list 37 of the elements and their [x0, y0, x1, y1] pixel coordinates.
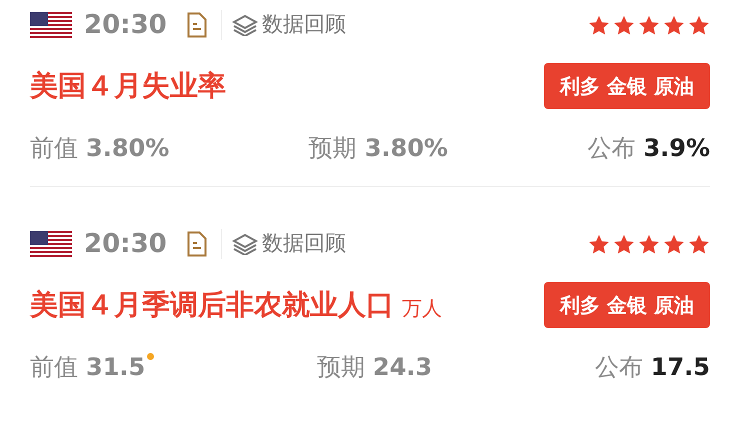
layers-icon	[232, 233, 258, 255]
star-icon	[688, 14, 710, 36]
flag-icon	[30, 231, 72, 257]
unit-label: 万人	[402, 295, 442, 322]
value-label: 预期	[308, 133, 357, 164]
star-icon	[588, 234, 610, 254]
value-label: 预期	[316, 352, 365, 383]
data-review-link[interactable]: 数据回顾	[232, 9, 346, 41]
event-title: 美国４月季调后非农就业人口	[30, 287, 394, 323]
value-number: 3.80%	[364, 133, 448, 164]
value-number: 3.9%	[643, 133, 710, 164]
value-label: 前值	[30, 352, 78, 383]
star-icon	[688, 234, 710, 254]
star-icon	[588, 14, 610, 36]
star-icon	[638, 14, 660, 36]
star-icon	[663, 234, 685, 254]
value-number: 17.5	[650, 352, 710, 383]
value-number: 3.80%	[86, 133, 170, 164]
event-title: 美国４月失业率	[30, 68, 226, 104]
value-number: 24.3	[372, 352, 432, 383]
value-label: 公布	[594, 352, 643, 383]
impact-tag: 利多 金银 原油	[544, 63, 710, 109]
value-label: 前值	[30, 133, 78, 164]
value-number: 31.5	[86, 352, 146, 383]
document-icon	[186, 231, 207, 257]
event-time: 20:30	[84, 8, 167, 42]
data-review-link[interactable]: 数据回顾	[232, 228, 346, 260]
value-label: 公布	[587, 133, 636, 164]
star-icon	[638, 234, 660, 254]
flag-icon	[30, 12, 72, 38]
impact-tag: 利多 金银 原油	[544, 282, 710, 328]
star-icon	[613, 14, 635, 36]
document-icon	[186, 12, 207, 38]
event-time: 20:30	[84, 228, 167, 260]
star-icon	[663, 14, 685, 36]
layers-icon	[232, 14, 258, 36]
star-icon	[613, 234, 635, 254]
